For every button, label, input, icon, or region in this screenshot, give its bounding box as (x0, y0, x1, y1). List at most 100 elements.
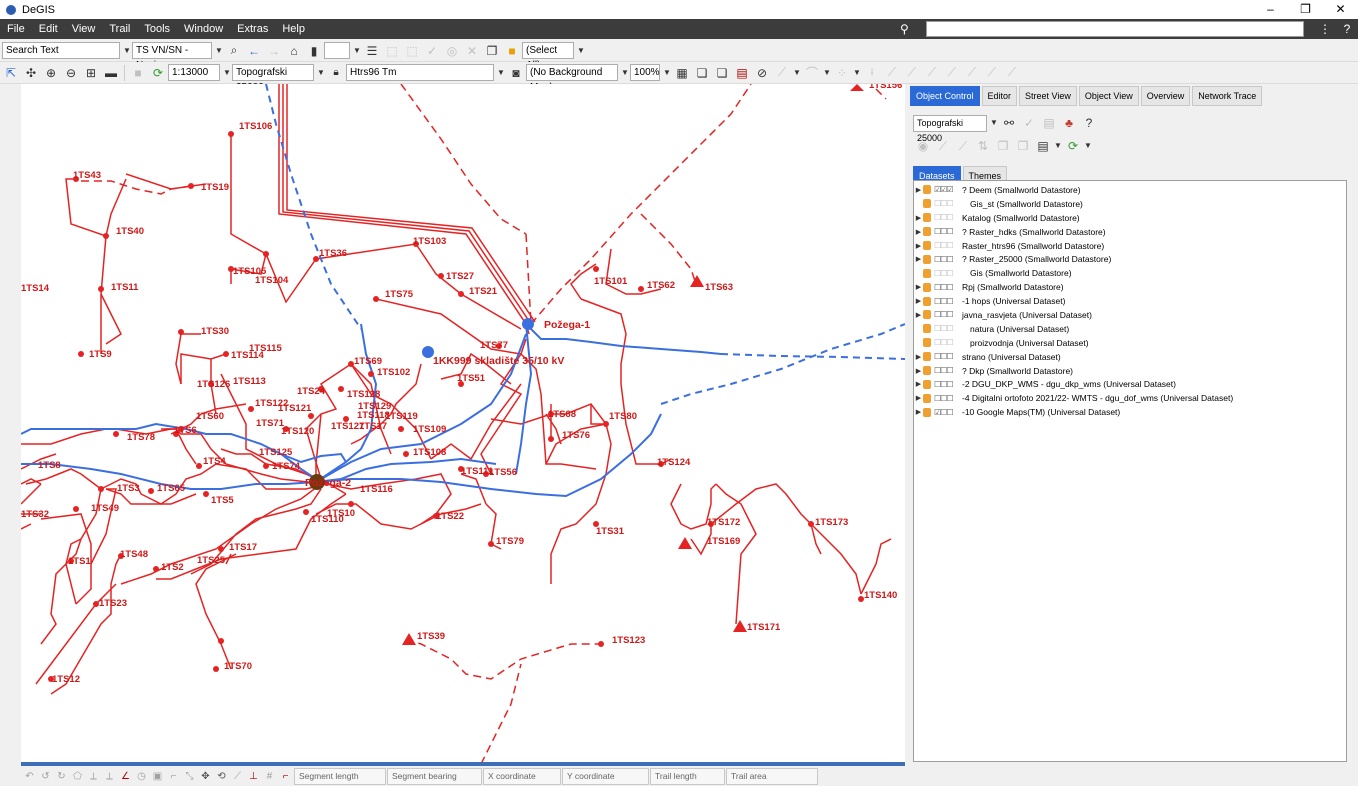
expand-arrow-icon[interactable]: ▶ (914, 367, 923, 375)
expand-arrow-icon[interactable]: ▶ (914, 311, 923, 319)
search-icon[interactable]: ⌕ (225, 42, 243, 60)
table-icon[interactable]: ▤ (1040, 114, 1058, 132)
background-map-select[interactable]: (No Background Map) (526, 64, 618, 93)
dataset-row[interactable]: ▶ ☐☐☐ -2 DGU_DKP_WMS - dgu_dkp_wms (Univer… (914, 377, 1346, 391)
rotate-icon[interactable]: ⟲ (214, 769, 229, 784)
transformer-label[interactable]: 1TS140 (864, 590, 897, 601)
transformer-label[interactable]: 1TS5 (211, 495, 234, 506)
transformer-label[interactable]: 1TS19 (201, 182, 229, 193)
perpendicular-icon[interactable]: ⊥ (246, 769, 261, 784)
transformer-label[interactable]: 1TS12 (52, 674, 80, 685)
clear-selection-icon[interactable]: ✕ (463, 42, 481, 60)
transformer-label[interactable]: 1TS3 (117, 483, 140, 494)
transformer-label[interactable]: 1TS126 (197, 379, 230, 390)
tab-street-view[interactable]: Street View (1019, 86, 1077, 106)
snap-icon[interactable]: ⌐ (166, 769, 181, 784)
transformer-label[interactable]: 1TS75 (385, 289, 414, 300)
chevron-down-icon[interactable]: ▼ (496, 65, 506, 81)
tab-object-control[interactable]: Object Control (910, 86, 980, 106)
transformer-label[interactable]: 1TS43 (73, 170, 101, 181)
transformer-label[interactable]: 1TS30 (201, 326, 229, 337)
layer-select[interactable]: Topografski 25000 (913, 114, 987, 143)
location-pin-icon[interactable]: ⚲ (900, 22, 914, 36)
visibility-checkboxes[interactable]: ☐☐☐ (934, 283, 962, 292)
dataset-row[interactable]: ▶ ☐☐☐? Raster_hdks (Smallworld Datastore) (914, 225, 1346, 239)
transform-icon[interactable]: ⤡ (182, 769, 197, 784)
grid-icon[interactable]: # (262, 769, 277, 784)
visibility-checkboxes[interactable]: ☐☐☐ (934, 297, 962, 306)
tab-editor[interactable]: Editor (981, 86, 1018, 106)
maximize-button[interactable]: ❐ (1288, 0, 1323, 19)
projection-select[interactable]: Htrs96 Tm (346, 64, 494, 81)
tab-network-trace[interactable]: Network Trace (1192, 86, 1263, 106)
route-icon[interactable]: ⟋ (923, 64, 941, 82)
edit-icon[interactable]: ✓ (423, 42, 441, 60)
visibility-checkboxes[interactable]: ☐☐☐ (934, 338, 962, 347)
visibility-checkboxes[interactable]: ☐☐☐ (934, 394, 962, 403)
dataset-row[interactable]: ▶ ☐☐☐ Raster_htrs96 (Smallworld Datastore) (914, 239, 1346, 253)
transformer-label[interactable]: 1TS103 (413, 236, 446, 247)
transformer-label[interactable]: 1TS79 (496, 536, 524, 547)
more-options-icon[interactable]: ⋮ (1314, 22, 1336, 36)
transformer-label[interactable]: 1TS49 (91, 503, 119, 514)
substation-label[interactable]: Požega-2 (305, 477, 351, 489)
transformer-label[interactable]: 1TS109 (413, 424, 446, 435)
transformer-label[interactable]: 1TS8 (38, 460, 61, 471)
transformer-label[interactable]: 1TS101 (594, 276, 628, 287)
measure-icon[interactable]: ⊘ (753, 64, 771, 82)
menu-tools[interactable]: Tools (137, 23, 177, 35)
visibility-checkboxes[interactable]: ☐☐☐ (934, 241, 962, 250)
shape-icon[interactable]: ⬠ (70, 769, 85, 784)
transformer-label[interactable]: 1TS76 (562, 430, 590, 441)
chevron-down-icon[interactable]: ▼ (352, 43, 362, 59)
transformer-label[interactable]: 1TS119 (385, 411, 418, 422)
transformer-label[interactable]: 1TS68 (548, 409, 576, 420)
scale-input[interactable]: 1:13000 (168, 64, 220, 81)
transformer-label[interactable]: 1TS108 (413, 447, 446, 458)
expand-arrow-icon[interactable]: ▶ (914, 242, 923, 250)
move-icon[interactable]: ✥ (198, 769, 213, 784)
substation-label[interactable]: 1KK999 skladište 35/10 kV (433, 355, 564, 367)
dataset-row[interactable]: ☐☐☐ Gis (Smallworld Datastore) (914, 266, 1346, 280)
chevron-down-icon[interactable]: ▼ (662, 65, 672, 81)
corner-icon[interactable]: ⌐ (278, 769, 293, 784)
vertex-icon[interactable]: ⟂ (102, 769, 117, 784)
dataset-row[interactable]: ▶ ☐☐☐? Raster_25000 (Smallworld Datastore… (914, 252, 1346, 266)
path-icon[interactable]: ⟋ (963, 64, 981, 82)
expand-arrow-icon[interactable]: ▶ (914, 408, 923, 416)
layers-icon[interactable]: ❏ (693, 64, 711, 82)
chevron-down-icon[interactable]: ▼ (316, 65, 326, 81)
visibility-checkboxes[interactable]: ☐☐☐ (934, 366, 962, 375)
transformer-label[interactable]: 1TS36 (319, 248, 347, 259)
folder-icon[interactable]: ■ (503, 42, 521, 60)
path-alt-icon[interactable]: ⟋ (983, 64, 1001, 82)
transformer-label[interactable]: 1TS51 (457, 373, 486, 384)
expand-arrow-icon[interactable]: ▶ (914, 214, 923, 222)
dataset-tree[interactable]: ▶ ☑☑☑? Deem (Smallworld Datastore) ☐☐☐ Gis_… (913, 180, 1347, 762)
dataset-row[interactable]: ☐☐☐ proizvodnja (Universal Dataset) (914, 336, 1346, 350)
deselect-icon[interactable]: ⟋ (954, 137, 972, 155)
transformer-label[interactable]: 1TS62 (647, 280, 675, 291)
tab-overview[interactable]: Overview (1140, 86, 1191, 106)
transformer-label[interactable]: 1TS110 (311, 514, 344, 525)
map-style-select[interactable]: Topografski 25000 (232, 64, 314, 93)
trace-icon[interactable]: ⟋ (883, 64, 901, 82)
chevron-down-icon[interactable]: ▼ (1053, 138, 1063, 154)
transformer-label[interactable]: 1TS39 (417, 631, 445, 642)
chevron-down-icon[interactable]: ▼ (620, 65, 630, 81)
transformer-label[interactable]: 1TS14 (21, 283, 50, 294)
transformer-label[interactable]: 1TS1 (68, 556, 91, 567)
select-polygon-icon[interactable]: ⬚ (403, 42, 421, 60)
transformer-label[interactable]: 1TS2 (161, 562, 184, 573)
visibility-checkboxes[interactable]: ☐☐☐ (934, 324, 962, 333)
transformer-label[interactable]: 1TS128 (347, 389, 380, 400)
refresh-icon[interactable]: ⟳ (1064, 137, 1082, 155)
visibility-checkboxes[interactable]: ☐☐☐ (934, 269, 962, 278)
transformer-label[interactable]: 1TS17 (359, 421, 387, 432)
bookmark-icon[interactable]: ▮ (305, 42, 323, 60)
expand-arrow-icon[interactable]: ▶ (914, 394, 923, 402)
dataset-row[interactable]: ▶ ☐☐☐ strano (Universal Dataset) (914, 350, 1346, 364)
visibility-checkboxes[interactable]: ☐☐☐ (934, 227, 962, 236)
snap-icon[interactable]: ⁘ (833, 64, 851, 82)
stop-icon[interactable]: ■ (129, 64, 147, 82)
